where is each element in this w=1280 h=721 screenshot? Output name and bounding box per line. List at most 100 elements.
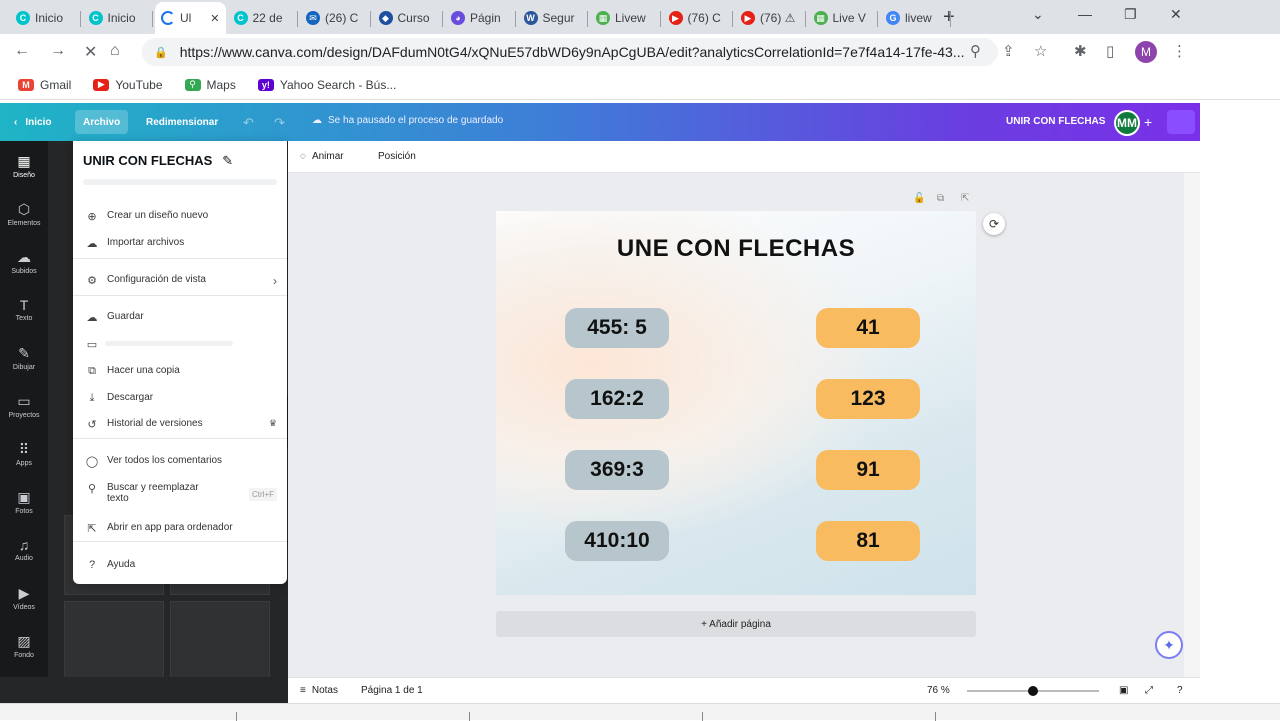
zoom-level[interactable]: 76 % bbox=[927, 685, 950, 696]
design-title[interactable]: UNIR CON FLECHAS bbox=[1006, 116, 1105, 127]
grid-view-icon[interactable]: ▣ bbox=[1119, 685, 1128, 696]
bookmark-star-icon[interactable]: ☆ bbox=[1034, 42, 1047, 60]
file-menu-item[interactable]: ⤓ Descargar bbox=[85, 392, 277, 405]
browser-tab[interactable]: ▶ (76) ⚠ bbox=[735, 4, 806, 32]
division-pill[interactable]: 410:10 bbox=[565, 521, 669, 561]
minimize-button[interactable]: — bbox=[1078, 6, 1092, 22]
home-icon[interactable]: ⌂ bbox=[110, 42, 120, 60]
url-input[interactable]: 🔒 https://www.canva.com/design/DAFdumN0t… bbox=[142, 38, 998, 66]
browser-tab[interactable]: C 22 de bbox=[228, 4, 298, 32]
tab-favicon-icon: ◆ bbox=[378, 11, 393, 25]
back-icon[interactable]: ← bbox=[14, 42, 30, 60]
tab-search-icon[interactable]: ⌄ bbox=[1032, 6, 1044, 23]
template-tile[interactable] bbox=[64, 601, 164, 681]
result-pill[interactable]: 81 bbox=[816, 521, 920, 561]
file-menu-item[interactable]: ⚙ Configuración de vista › bbox=[85, 274, 277, 288]
browser-tab[interactable]: ▶ (76) C bbox=[663, 4, 733, 32]
rail-item[interactable]: ⬡ Elementos bbox=[0, 201, 48, 227]
browser-tab[interactable]: Ul ✕ bbox=[155, 2, 226, 34]
notes-button[interactable]: ≡ Notas bbox=[300, 685, 338, 696]
rail-item[interactable]: ▭ Proyectos bbox=[0, 393, 48, 419]
close-tab-icon[interactable]: ✕ bbox=[210, 12, 219, 25]
bookmark-item[interactable]: M Gmail bbox=[18, 78, 71, 92]
file-menu-item[interactable]: ⊕ Crear un diseño nuevo bbox=[85, 210, 277, 223]
browser-tab[interactable]: C Inicio bbox=[10, 4, 81, 32]
position-button[interactable]: Posición bbox=[378, 151, 416, 162]
vertical-scrollbar[interactable] bbox=[1184, 173, 1200, 677]
zoom-icon[interactable]: ⚲ bbox=[970, 42, 981, 60]
share-button[interactable] bbox=[1167, 110, 1195, 134]
extensions-icon[interactable]: ✱ bbox=[1074, 42, 1087, 60]
rail-icon: ▣ bbox=[17, 489, 31, 505]
share-icon[interactable]: ⇪ bbox=[1002, 42, 1015, 60]
division-pill[interactable]: 162:2 bbox=[565, 379, 669, 419]
sidebar-icon[interactable]: ▯ bbox=[1106, 42, 1114, 60]
browser-tab[interactable]: ▦ Live V bbox=[808, 4, 878, 32]
home-link[interactable]: ‹ Inicio bbox=[14, 103, 51, 141]
file-menu-item[interactable]: ↺ Historial de versiones ♛ bbox=[85, 418, 277, 431]
profile-avatar[interactable]: M bbox=[1135, 41, 1157, 63]
rail-item[interactable]: T Texto bbox=[0, 297, 48, 322]
undo-icon[interactable]: ↶ bbox=[243, 115, 254, 131]
browser-tab[interactable]: ◕ Págin bbox=[445, 4, 516, 32]
file-menu-button[interactable]: Archivo bbox=[75, 110, 129, 134]
fullscreen-icon[interactable]: ⤢ bbox=[1145, 685, 1153, 696]
file-menu-item[interactable]: ? Ayuda bbox=[85, 559, 277, 571]
bookmark-item[interactable]: y! Yahoo Search - Bús... bbox=[257, 78, 396, 92]
browser-tab[interactable]: W Segur bbox=[518, 4, 588, 32]
zoom-slider-thumb[interactable] bbox=[1028, 686, 1038, 696]
stop-icon[interactable]: ✕ bbox=[84, 42, 97, 62]
help-icon[interactable]: ? bbox=[1177, 685, 1183, 696]
file-menu-item[interactable]: ⇱ Abrir en app para ordenador bbox=[85, 522, 277, 535]
result-pill[interactable]: 91 bbox=[816, 450, 920, 490]
resize-button[interactable]: Redimensionar bbox=[146, 103, 218, 141]
file-menu-item[interactable]: ☁ Importar archivos bbox=[85, 237, 277, 250]
browser-tab[interactable]: ✉ (26) C bbox=[300, 4, 371, 32]
rail-label: Apps bbox=[16, 460, 32, 467]
file-menu-item[interactable]: ⧉ Hacer una copia bbox=[85, 365, 277, 378]
menu-item-label: Ver todos los comentarios bbox=[107, 455, 223, 466]
regenerate-icon[interactable]: ⟳ bbox=[983, 213, 1005, 235]
close-window-button[interactable]: ✕ bbox=[1170, 6, 1182, 23]
browser-tab[interactable]: ▦ Livew bbox=[590, 4, 661, 32]
duplicate-page-icon[interactable]: ⧉ bbox=[937, 193, 944, 204]
forward-icon[interactable]: → bbox=[50, 42, 66, 60]
template-tile[interactable] bbox=[170, 601, 270, 681]
export-page-icon[interactable]: ⇱ bbox=[961, 193, 969, 204]
browser-tab[interactable]: C Inicio bbox=[83, 4, 153, 32]
bookmark-item[interactable]: ▶ YouTube bbox=[93, 78, 163, 92]
lock-page-icon[interactable]: 🔓 bbox=[913, 193, 925, 204]
file-menu-item[interactable]: ◯ Ver todos los comentarios bbox=[85, 455, 277, 468]
result-pill[interactable]: 41 bbox=[816, 308, 920, 348]
add-collaborator-icon[interactable]: + bbox=[1144, 114, 1152, 130]
division-pill[interactable]: 369:3 bbox=[565, 450, 669, 490]
file-menu-item[interactable]: ☁ Guardar bbox=[85, 311, 277, 324]
rail-item[interactable]: ♫ Audio bbox=[0, 537, 48, 562]
rail-item[interactable]: ▣ Fotos bbox=[0, 489, 48, 515]
user-avatar[interactable]: MM bbox=[1114, 110, 1140, 136]
division-pill[interactable]: 455: 5 bbox=[565, 308, 669, 348]
result-pill[interactable]: 123 bbox=[816, 379, 920, 419]
rail-item[interactable]: ☁ Subidos bbox=[0, 249, 48, 275]
rail-item[interactable]: ▨ Fondo bbox=[0, 633, 48, 659]
bookmark-item[interactable]: ⚲ Maps bbox=[184, 78, 236, 92]
rail-label: Fondo bbox=[14, 652, 34, 659]
animate-button[interactable]: ◌ Animar bbox=[300, 151, 344, 162]
browser-tab[interactable]: Glivew bbox=[880, 4, 951, 32]
rail-item[interactable]: ▦ Diseño bbox=[0, 153, 48, 179]
design-heading[interactable]: UNE CON FLECHAS bbox=[496, 235, 976, 263]
page-counter[interactable]: Página 1 de 1 bbox=[361, 685, 423, 696]
menu-icon[interactable]: ⋮ bbox=[1172, 42, 1187, 60]
magic-sparkle-icon[interactable]: ✦ bbox=[1155, 631, 1183, 659]
pencil-icon[interactable]: ✎ bbox=[222, 153, 233, 169]
menu-design-title[interactable]: UNIR CON FLECHAS ✎ bbox=[83, 153, 233, 169]
add-page-button[interactable]: + Añadir página bbox=[496, 611, 976, 637]
rail-item[interactable]: ▶ Vídeos bbox=[0, 585, 48, 611]
design-page[interactable]: UNE CON FLECHAS 455: 5 162:2 369:3 410:10 41… bbox=[496, 211, 976, 595]
restore-button[interactable]: ❐ bbox=[1124, 6, 1137, 23]
file-menu-item[interactable]: ⚲ Buscar y reemplazar texto Ctrl+F bbox=[85, 482, 277, 504]
rail-item[interactable]: ⠿ Apps bbox=[0, 441, 48, 467]
redo-icon[interactable]: ↷ bbox=[274, 115, 285, 131]
rail-item[interactable]: ✎ Dibujar bbox=[0, 345, 48, 371]
browser-tab[interactable]: ◆ Curso bbox=[373, 4, 443, 32]
